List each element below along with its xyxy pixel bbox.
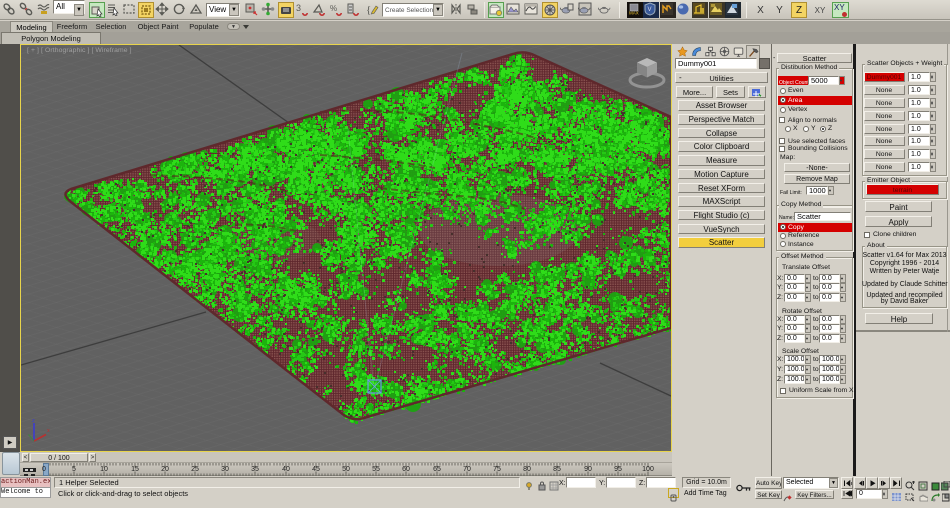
svg-text:V: V bbox=[648, 7, 652, 13]
svg-text:x: x bbox=[47, 428, 50, 434]
svg-text:MAX: MAX bbox=[629, 11, 639, 16]
svg-text:%: % bbox=[330, 4, 337, 13]
svg-text:{: { bbox=[366, 4, 371, 16]
svg-text:3: 3 bbox=[296, 3, 301, 13]
svg-text:z: z bbox=[32, 418, 35, 424]
